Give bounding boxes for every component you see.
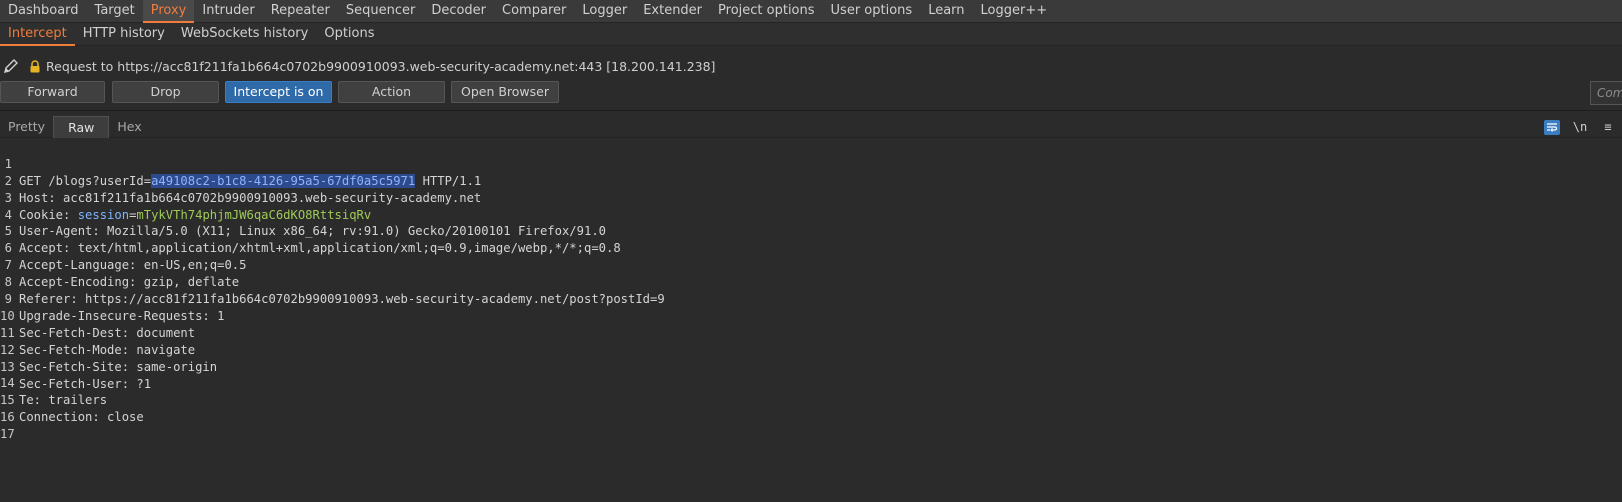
editor-line: 10 Sec-Fetch-Dest: document: [0, 291, 1622, 340]
word-wrap-icon: [1544, 119, 1560, 135]
editor-line: 7 Accept-Encoding: gzip, deflate: [0, 240, 1622, 289]
show-newlines-toggle[interactable]: \n: [1566, 116, 1594, 138]
request-info-bar: Request to https://acc81f211fa1b664c0702…: [0, 54, 1622, 78]
editor-options: \n ≡: [1538, 116, 1622, 138]
proxy-sub-tab-bar: Intercept HTTP history WebSockets histor…: [0, 23, 1622, 46]
editor-menu-icon[interactable]: ≡: [1594, 116, 1622, 138]
section-divider: [0, 110, 1622, 111]
request-editor[interactable]: 1 GET /blogs?userId=a49108c2-b1c8-4126-9…: [0, 139, 1622, 502]
tab-proxy[interactable]: Proxy: [142, 0, 195, 23]
editor-line: 15 Connection: close: [0, 375, 1622, 424]
open-browser-button[interactable]: Open Browser: [451, 81, 559, 103]
main-tab-bar: Dashboard Target Proxy Intruder Repeater…: [0, 0, 1622, 23]
tab-comparer[interactable]: Comparer: [494, 0, 574, 23]
editor-line: 8 Referer: https://acc81f211fa1b664c0702…: [0, 257, 1622, 306]
editor-line: 9 Upgrade-Insecure-Requests: 1: [0, 274, 1622, 323]
drop-button[interactable]: Drop: [112, 81, 219, 103]
request-target-label: Request to https://acc81f211fa1b664c0702…: [46, 58, 716, 74]
pencil-icon[interactable]: [0, 55, 22, 77]
action-button[interactable]: Action: [338, 81, 445, 103]
editor-line: 11 Sec-Fetch-Mode: navigate: [0, 308, 1622, 357]
tab-logger-plus-plus[interactable]: Logger++: [973, 0, 1056, 23]
word-wrap-toggle[interactable]: [1538, 116, 1566, 138]
tab-target[interactable]: Target: [87, 0, 143, 23]
message-view-tabs: Pretty Raw Hex \n ≡: [0, 116, 1622, 138]
tab-learn[interactable]: Learn: [920, 0, 972, 23]
tab-pretty[interactable]: Pretty: [0, 116, 53, 138]
tab-logger[interactable]: Logger: [574, 0, 635, 23]
editor-line: 1 GET /blogs?userId=a49108c2-b1c8-4126-9…: [0, 139, 1622, 188]
editor-line: 3 Cookie: session=mTykVTh74phjmJW6qaC6dK…: [0, 173, 1622, 222]
comment-input[interactable]: Comment this item: [1590, 81, 1622, 105]
forward-button[interactable]: Forward: [0, 81, 105, 103]
editor-line: 14 Te: trailers: [0, 359, 1622, 407]
tab-http-history[interactable]: HTTP history: [75, 23, 173, 46]
tab-extender[interactable]: Extender: [635, 0, 710, 23]
line-number: 17: [0, 427, 15, 442]
editor-line: 16: [0, 392, 1622, 424]
tab-websockets-history[interactable]: WebSockets history: [173, 23, 316, 46]
editor-line: 4 User-Agent: Mozilla/5.0 (X11; Linux x8…: [0, 190, 1622, 239]
tab-repeater[interactable]: Repeater: [263, 0, 338, 23]
tab-user-options[interactable]: User options: [823, 0, 921, 23]
editor-line: 12 Sec-Fetch-Site: same-origin: [0, 325, 1622, 374]
tab-intercept[interactable]: Intercept: [0, 23, 75, 46]
tab-hex[interactable]: Hex: [109, 116, 149, 138]
tab-options[interactable]: Options: [316, 23, 382, 46]
intercept-toolbar: Forward Drop Intercept is on Action Open…: [0, 81, 1622, 105]
intercept-toggle-button[interactable]: Intercept is on: [225, 81, 332, 103]
editor-line: 17: [0, 409, 1622, 441]
editor-line: 13 Sec-Fetch-User: ?1: [0, 342, 1622, 391]
editor-line: 2 Host: acc81f211fa1b664c0702b9900910093…: [0, 156, 1622, 205]
tab-intruder[interactable]: Intruder: [194, 0, 262, 23]
tab-project-options[interactable]: Project options: [710, 0, 823, 23]
tab-decoder[interactable]: Decoder: [423, 0, 494, 23]
tab-raw[interactable]: Raw: [53, 116, 110, 138]
tab-dashboard[interactable]: Dashboard: [0, 0, 87, 23]
editor-line: 5 Accept: text/html,application/xhtml+xm…: [0, 207, 1622, 255]
tab-sequencer[interactable]: Sequencer: [338, 0, 423, 23]
editor-line: 6 Accept-Language: en-US,en;q=0.5: [0, 223, 1622, 272]
lock-icon: [28, 59, 42, 73]
